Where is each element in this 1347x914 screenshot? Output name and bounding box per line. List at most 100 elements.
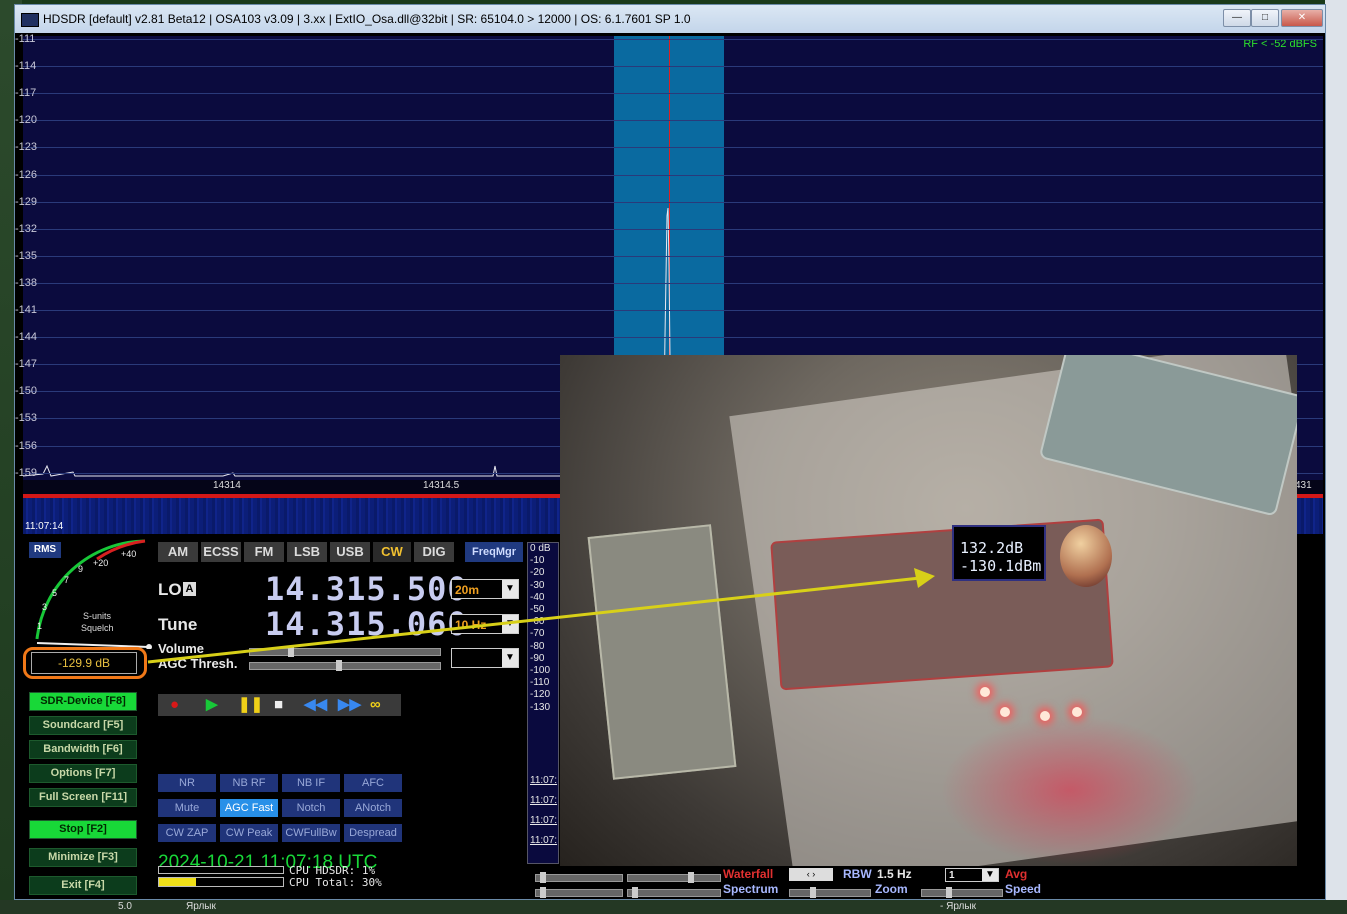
audio-db-label: -90 <box>530 652 545 664</box>
title-bar[interactable]: HDSDR [default] v2.81 Beta12 | OSA103 v3… <box>15 5 1325 33</box>
desktop-bottom-strip: 5.0 Ярлык - Ярлык <box>0 900 1347 914</box>
nb-rf-button[interactable]: NB RF <box>220 774 278 792</box>
maximize-button[interactable]: □ <box>1251 9 1279 27</box>
mode-dig-button[interactable]: DIG <box>414 542 454 562</box>
close-button[interactable]: ✕ <box>1281 9 1323 27</box>
s-scale-40: +40 <box>121 549 136 559</box>
bandwidth-button[interactable]: Bandwidth [F6] <box>29 740 137 759</box>
afc-button[interactable]: AFC <box>344 774 402 792</box>
rbw-stepper[interactable]: ‹ › <box>789 868 833 881</box>
agc-thresh-slider[interactable] <box>249 660 441 671</box>
s-scale-5: 5 <box>52 588 57 598</box>
band-select[interactable]: 20m ▼ <box>451 579 519 599</box>
chevron-down-icon[interactable]: ▼ <box>982 869 998 881</box>
spectrum-y-label: -135 <box>15 249 38 262</box>
avg-value: 1 <box>949 870 955 881</box>
tune-step-value: 10 Hz <box>455 618 487 632</box>
waterfall-brightness-slider[interactable] <box>627 872 721 883</box>
nr-button[interactable]: NR <box>158 774 216 792</box>
desktop-shortcut[interactable]: Ярлык <box>186 901 216 912</box>
nb-if-button[interactable]: NB IF <box>282 774 340 792</box>
soundcard-button[interactable]: Soundcard [F5] <box>29 716 137 735</box>
loop-icon[interactable]: ∞ <box>370 696 381 714</box>
stop-icon[interactable]: ■ <box>274 696 283 714</box>
rms-toggle[interactable]: RMS <box>29 542 61 558</box>
mode-fm-button[interactable]: FM <box>244 542 284 562</box>
zoom-label: Zoom <box>875 882 908 896</box>
audio-db-label: -110 <box>530 677 550 689</box>
agc-select[interactable]: ▼ <box>451 648 519 668</box>
audio-db-label: -30 <box>530 579 545 591</box>
volume-slider[interactable] <box>249 646 441 657</box>
oled-line-2: -130.1dBm <box>960 557 1042 575</box>
spectrum-gridline <box>23 93 1323 95</box>
cpu-hdsdr-bar <box>158 866 284 874</box>
mode-ecss-button[interactable]: ECSS <box>201 542 241 562</box>
play-icon[interactable]: ▶ <box>206 696 218 714</box>
mute-button[interactable]: Mute <box>158 799 216 817</box>
rewind-icon[interactable]: ◀◀ <box>304 696 327 714</box>
agc-fast-button[interactable]: AGC Fast <box>220 799 278 817</box>
audio-time-label: 11:07: <box>530 835 558 846</box>
sdr-device-button[interactable]: SDR-Device [F8] <box>29 692 137 711</box>
cw-zap-button[interactable]: CW ZAP <box>158 824 216 842</box>
audio-db-label: -70 <box>530 628 545 640</box>
full-screen-button[interactable]: Full Screen [F11] <box>29 788 137 807</box>
mode-cw-button[interactable]: CW <box>373 542 411 562</box>
spectrum-label: Spectrum <box>723 882 779 896</box>
audio-db-label: -40 <box>530 591 545 603</box>
options-button[interactable]: Options [F7] <box>29 764 137 783</box>
agc-thresh-label: AGC Thresh. <box>158 656 238 671</box>
app-icon <box>21 13 39 27</box>
audio-db-label: -120 <box>530 689 551 701</box>
mode-am-button[interactable]: AM <box>158 542 198 562</box>
stop-button[interactable]: Stop [F2] <box>29 820 137 839</box>
fast-forward-icon[interactable]: ▶▶ <box>338 696 361 714</box>
spectrum-brightness-slider[interactable] <box>627 887 721 898</box>
lo-frequency[interactable]: 14.315.500 <box>265 570 468 608</box>
desktop-shortcut[interactable]: - Ярлык <box>940 901 976 912</box>
tune-step-select[interactable]: 10 Hz ▼ <box>451 614 519 634</box>
record-icon[interactable]: ● <box>170 696 179 714</box>
mode-lsb-button[interactable]: LSB <box>287 542 327 562</box>
spectrum-y-label: -141 <box>15 304 38 316</box>
spectrum-y-label: -150 <box>15 385 38 398</box>
cpu-total-bar <box>158 877 284 887</box>
chevron-down-icon[interactable]: ▼ <box>502 649 518 667</box>
led-icon <box>1000 707 1010 717</box>
minimize-app-button[interactable]: Minimize [F3] <box>29 848 137 867</box>
lo-label: LO <box>158 580 182 599</box>
speed-slider[interactable] <box>921 887 1003 898</box>
audio-db-label: -20 <box>530 567 545 579</box>
minimize-button[interactable]: — <box>1223 9 1251 27</box>
cw-peak-button[interactable]: CW Peak <box>220 824 278 842</box>
avg-label: Avg <box>1005 867 1028 881</box>
waterfall-contrast-slider[interactable] <box>535 872 623 883</box>
avg-select[interactable]: 1 ▼ <box>945 868 999 882</box>
exit-button[interactable]: Exit [F4] <box>29 876 137 895</box>
cw-fullbw-button[interactable]: CWFullBw <box>282 824 340 842</box>
spectrum-gridline <box>23 120 1323 122</box>
mode-usb-button[interactable]: USB <box>330 542 370 562</box>
s-scale-20: +20 <box>93 558 108 568</box>
spectrum-contrast-slider[interactable] <box>535 887 623 898</box>
spectrum-y-label: -123 <box>15 141 38 154</box>
band-value: 20m <box>455 583 480 597</box>
pause-icon[interactable]: ❚❚ <box>238 696 263 714</box>
freqmgr-button[interactable]: FreqMgr <box>465 542 523 562</box>
chevron-down-icon[interactable]: ▼ <box>502 615 518 633</box>
oled-line-1: 132.2dB <box>960 539 1024 557</box>
anotch-button[interactable]: ANotch <box>344 799 402 817</box>
tune-frequency[interactable]: 14.315.060 <box>265 605 468 643</box>
chevron-down-icon[interactable]: ▼ <box>502 580 518 598</box>
audio-db-label: 0 dB <box>530 543 551 554</box>
audio-spectrum[interactable]: 0 dB -10 -20 -30 -40 -50 -60 -70 -80 -90 -100 -110-… <box>527 542 559 864</box>
audio-db-label: -130 <box>530 701 551 713</box>
vfo-a-badge[interactable]: A <box>183 582 196 596</box>
notch-button[interactable]: Notch <box>282 799 340 817</box>
led-icon <box>1072 707 1082 717</box>
bottom-controls: Waterfall Spectrum ‹ › RBW 1.5 Hz Zoom 1… <box>531 867 1321 898</box>
despread-button[interactable]: Despread <box>344 824 402 842</box>
zoom-slider[interactable] <box>789 887 871 898</box>
s-scale-1: 1 <box>37 621 42 631</box>
